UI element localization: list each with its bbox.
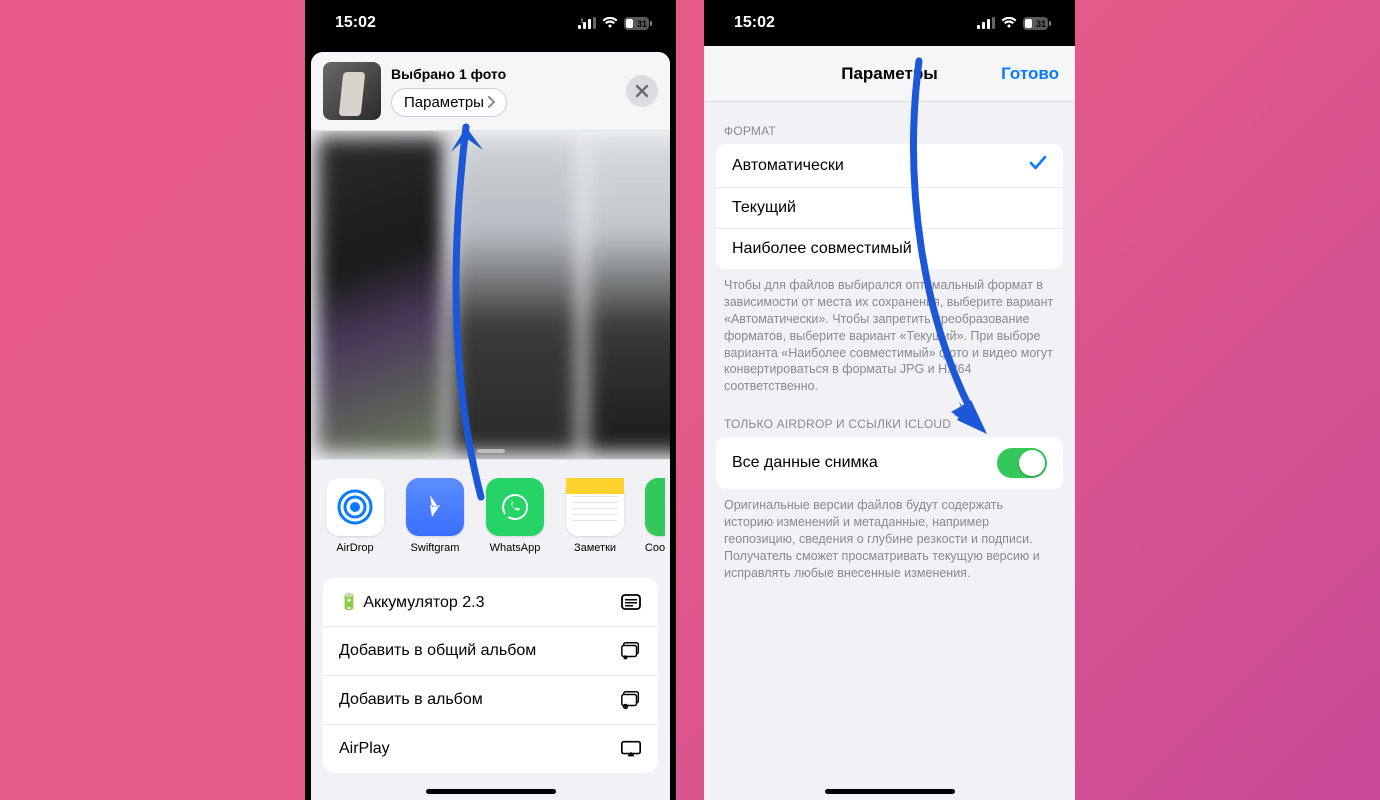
carousel-photo[interactable] (451, 137, 579, 453)
share-header: Выбрано 1 фото Параметры (311, 52, 670, 131)
checkmark-icon (1029, 155, 1047, 176)
action-add-shared-album[interactable]: Добавить в общий альбом (323, 627, 658, 676)
battery-icon: 31 (1023, 17, 1051, 30)
close-button[interactable] (626, 75, 658, 107)
section-header-format: ФОРМАТ (704, 102, 1075, 144)
done-button[interactable]: Готово (1001, 64, 1059, 84)
status-bar: 15:02 31 (704, 0, 1075, 46)
section-footer-format: Чтобы для файлов выбирался оптимальный ф… (704, 269, 1075, 395)
format-option-auto[interactable]: Автоматически (716, 144, 1063, 188)
wifi-icon (602, 17, 618, 29)
airplay-icon (620, 738, 642, 760)
selected-photo-thumbnail[interactable] (323, 62, 381, 120)
options-button[interactable]: Параметры (391, 88, 507, 117)
format-option-compatible[interactable]: Наиболее совместимый (716, 229, 1063, 269)
format-option-label: Наиболее совместимый (732, 240, 912, 258)
format-group: Автоматически Текущий Наиболее совместим… (716, 144, 1063, 269)
format-option-label: Текущий (732, 199, 796, 217)
airdrop-group: Все данные снимка (716, 437, 1063, 489)
share-actions-list: 🔋 Аккумулятор 2.3 Добавить в общий альбо… (323, 578, 658, 773)
share-app-label: AirDrop (336, 542, 373, 554)
format-option-current[interactable]: Текущий (716, 188, 1063, 229)
share-app-label: Swiftgram (411, 542, 460, 554)
nav-bar: Параметры Готово (704, 46, 1075, 102)
all-photo-data-label: Все данные снимка (732, 454, 878, 472)
notes-icon (566, 478, 624, 536)
carousel-photo[interactable] (585, 137, 670, 453)
share-apps-row[interactable]: AirDrop Swiftgram WhatsApp (311, 460, 670, 568)
options-button-label: Параметры (404, 94, 484, 111)
status-time: 15:02 (734, 14, 775, 32)
chevron-right-icon (488, 96, 496, 108)
share-sheet: Выбрано 1 фото Параметры (311, 52, 670, 800)
share-app-swiftgram[interactable]: Swiftgram (405, 478, 465, 554)
phone-left-share-sheet: 15:02 ! 31 Выбрано 1 фото Параметры (305, 0, 676, 800)
status-time: 15:02 (335, 14, 376, 32)
section-header-airdrop: ТОЛЬКО AIRDROP И ССЫЛКИ ICLOUD (704, 395, 1075, 437)
airdrop-icon (326, 478, 384, 536)
share-app-label: Заметки (574, 542, 616, 554)
swiftgram-icon (406, 478, 464, 536)
messages-icon (645, 478, 665, 536)
nav-title: Параметры (841, 64, 938, 84)
carousel-indicator (477, 449, 505, 453)
carousel-photo[interactable] (317, 137, 445, 453)
battery-icon: 31 (624, 17, 652, 30)
toggle-knob (1019, 450, 1045, 476)
action-label: 🔋 Аккумулятор 2.3 (339, 592, 485, 612)
share-app-notes[interactable]: Заметки (565, 478, 625, 554)
add-album-icon (620, 689, 642, 711)
share-app-whatsapp[interactable]: WhatsApp (485, 478, 545, 554)
shortcut-icon (620, 591, 642, 613)
shared-album-icon (620, 640, 642, 662)
selected-count-label: Выбрано 1 фото (391, 66, 616, 82)
wifi-icon (1001, 17, 1017, 29)
svg-text:31: 31 (1036, 19, 1046, 29)
action-airplay[interactable]: AirPlay (323, 725, 658, 773)
action-label: AirPlay (339, 740, 390, 758)
section-footer-airdrop: Оригинальные версии файлов будут содержа… (704, 489, 1075, 581)
all-photo-data-row[interactable]: Все данные снимка (716, 437, 1063, 489)
action-battery-shortcut[interactable]: 🔋 Аккумулятор 2.3 (323, 578, 658, 627)
whatsapp-icon (486, 478, 544, 536)
svg-text:!: ! (581, 19, 583, 25)
all-photo-data-toggle[interactable] (997, 448, 1047, 478)
share-app-more[interactable]: Соо (645, 478, 665, 554)
cellular-icon: ! (578, 17, 596, 29)
svg-text:31: 31 (637, 19, 647, 29)
status-bar: 15:02 ! 31 (305, 0, 676, 46)
share-app-label: WhatsApp (490, 542, 541, 554)
action-label: Добавить в общий альбом (339, 642, 536, 660)
share-app-label: Соо (645, 542, 665, 554)
action-add-album[interactable]: Добавить в альбом (323, 676, 658, 725)
phone-right-parameters: 15:02 31 Параметры Готово ФОРМАТ Автомат… (704, 0, 1075, 800)
cellular-icon (977, 17, 995, 29)
action-label: Добавить в альбом (339, 691, 483, 709)
share-app-airdrop[interactable]: AirDrop (325, 478, 385, 554)
close-icon (635, 84, 649, 98)
format-option-label: Автоматически (732, 157, 844, 175)
home-indicator (825, 789, 955, 794)
home-indicator (426, 789, 556, 794)
photo-carousel[interactable] (311, 131, 670, 459)
